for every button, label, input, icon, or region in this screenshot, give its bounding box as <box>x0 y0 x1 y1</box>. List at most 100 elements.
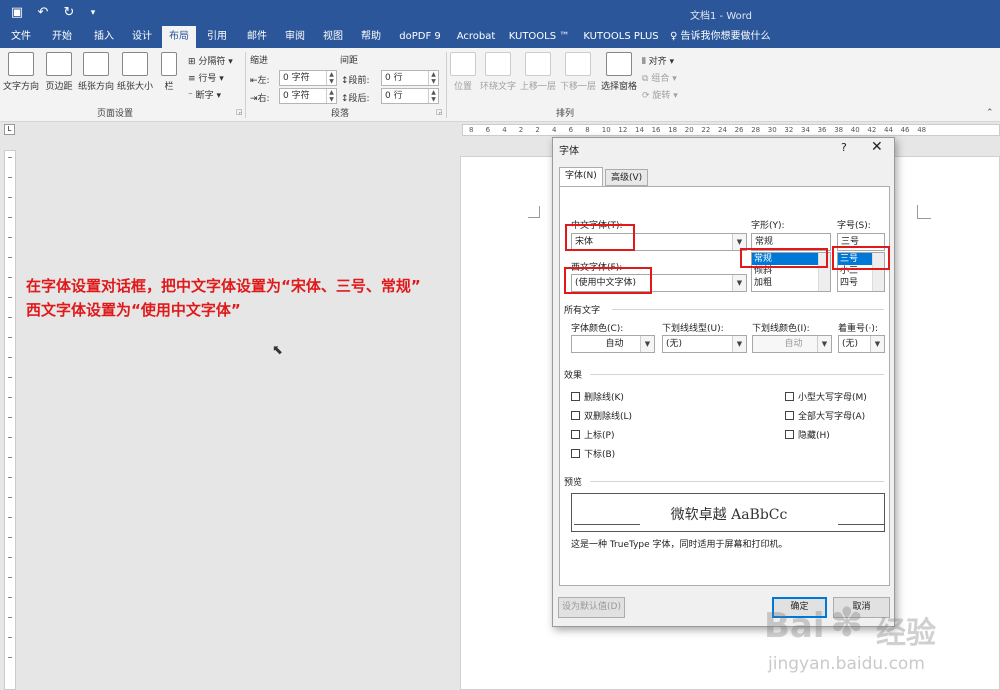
paper-size-icon <box>122 52 148 76</box>
tab-design[interactable]: 设计 <box>124 26 160 48</box>
close-icon[interactable]: ✕ <box>871 139 883 155</box>
paragraph-launcher-icon[interactable]: ◲ <box>436 108 443 116</box>
tab-home[interactable]: 开始 <box>42 26 82 48</box>
margins-icon <box>46 52 72 76</box>
underline-style-combo[interactable]: (无) ▼ <box>662 335 747 353</box>
spinner-arrows-icon[interactable]: ▲ ▼ <box>326 71 336 85</box>
hidden-checkbox[interactable]: 隐藏(H) <box>785 428 830 441</box>
tab-kutools-plus[interactable]: KUTOOLS PLUS <box>578 26 664 48</box>
baidu-watermark: Bai ✽ 经验 jingyan.baidu.com <box>760 600 996 686</box>
ruler-number: 4 <box>502 126 507 134</box>
subscript-checkbox[interactable]: 下标(B) <box>571 447 615 460</box>
position-button[interactable]: 位置 <box>450 52 476 92</box>
vertical-ruler[interactable] <box>4 150 16 690</box>
wrap-text-label: 环绕文字 <box>479 82 516 92</box>
paragraph-group-label: 段落 <box>330 109 349 119</box>
tab-selector-icon[interactable]: L <box>4 124 15 135</box>
chevron-down-icon[interactable]: ▼ <box>732 336 746 352</box>
ribbon-tab-bar: 文件 开始 插入 设计 布局 引用 邮件 审阅 视图 帮助 doPDF 9 Ac… <box>0 26 1000 48</box>
indent-left-input[interactable]: 0 字符 ▲ ▼ <box>279 70 337 86</box>
small-caps-checkbox[interactable]: 小型大写字母(M) <box>785 390 867 403</box>
page-setup-launcher-icon[interactable]: ◲ <box>236 108 243 116</box>
highlight-size <box>832 246 890 270</box>
collapse-ribbon-icon[interactable]: ⌃ <box>986 108 994 118</box>
wrap-text-button[interactable]: 环绕文字 <box>478 52 518 92</box>
indent-left-icon: ⇤ <box>250 76 258 86</box>
tab-references[interactable]: 引用 <box>198 26 236 48</box>
redo-icon[interactable]: ↻ <box>60 4 78 22</box>
indent-right-label: ⇥右: <box>250 94 270 104</box>
selection-pane-button[interactable]: 选择窗格 <box>598 52 640 92</box>
tab-kutools[interactable]: KUTOOLS ™ <box>504 26 574 48</box>
tab-dopdf[interactable]: doPDF 9 <box>392 26 448 48</box>
align-button[interactable]: ⫴ 对齐 ▾ <box>642 54 674 67</box>
tab-acrobat[interactable]: Acrobat <box>450 26 502 48</box>
chevron-down-icon[interactable]: ▼ <box>817 336 831 352</box>
tab-file[interactable]: 文件 <box>4 26 38 48</box>
superscript-checkbox[interactable]: 上标(P) <box>571 428 614 441</box>
tab-layout[interactable]: 布局 <box>162 26 196 48</box>
margins-label: 页边距 <box>45 82 73 92</box>
spacing-before-input[interactable]: 0 行 ▲ ▼ <box>381 70 439 86</box>
ruler-number: 38 <box>834 126 844 134</box>
tab-insert[interactable]: 插入 <box>84 26 124 48</box>
preview-text: 微软卓越 AaBbCc <box>670 507 788 523</box>
font-color-combo[interactable]: 自动 ▼ <box>571 335 655 353</box>
rotate-button[interactable]: ⟳ 旋转 ▾ <box>642 88 678 101</box>
underline-color-combo[interactable]: 自动 ▼ <box>752 335 832 353</box>
text-direction-label: 文字方向 <box>2 82 39 92</box>
help-icon[interactable]: ? <box>841 141 847 154</box>
mouse-cursor-icon: ⬉ <box>272 343 283 358</box>
bring-forward-button[interactable]: 上移一层 <box>518 52 558 92</box>
indent-right-input[interactable]: 0 字符 ▲ ▼ <box>279 88 337 104</box>
preview-baseline <box>574 524 640 525</box>
double-strikethrough-checkbox[interactable]: 双删除线(L) <box>571 409 632 422</box>
hyphenation-button[interactable]: ⁻ 断字 ▾ <box>188 88 221 101</box>
horizontal-ruler[interactable]: 8 6 4 2 2 4 6 8 10 12 14 16 18 20 22 24 26 28 30 32 34 36 38 40… <box>462 124 1000 136</box>
ruler-tick <box>8 397 12 398</box>
hyphenation-label: 断字 <box>195 91 214 101</box>
chevron-down-icon[interactable]: ▼ <box>870 336 884 352</box>
tell-me-box[interactable]: ♀ 告诉我你想要做什么 <box>670 26 780 48</box>
align-icon: ⫴ <box>642 57 646 67</box>
columns-button[interactable]: 栏 <box>158 52 180 92</box>
margin-corner-mark <box>917 205 931 219</box>
spinner-arrows-icon[interactable]: ▲ ▼ <box>428 89 438 103</box>
send-backward-button[interactable]: 下移一层 <box>558 52 598 92</box>
wrap-text-icon <box>485 52 511 76</box>
tab-font[interactable]: 字体(N) <box>559 167 603 187</box>
breaks-icon: ⊞ <box>188 57 196 67</box>
orientation-label: 纸张方向 <box>77 82 114 92</box>
customize-icon[interactable]: ▾ <box>84 4 102 22</box>
watermark-url: jingyan.baidu.com <box>768 654 925 674</box>
spinner-arrows-icon[interactable]: ▲ ▼ <box>326 89 336 103</box>
text-direction-icon <box>8 52 34 76</box>
tab-review[interactable]: 审阅 <box>276 26 314 48</box>
set-default-button[interactable]: 设为默认值(D) <box>558 597 625 618</box>
size-button[interactable]: 纸张大小 <box>116 52 154 92</box>
group-button[interactable]: ⧉ 组合 ▾ <box>642 71 677 84</box>
breaks-button[interactable]: ⊞ 分隔符 ▾ <box>188 54 233 67</box>
spinner-arrows-icon[interactable]: ▲ ▼ <box>428 71 438 85</box>
undo-icon[interactable]: ↶ <box>34 4 52 22</box>
emphasis-combo[interactable]: (无) ▼ <box>838 335 885 353</box>
margins-button[interactable]: 页边距 <box>42 52 76 92</box>
text-direction-button[interactable]: 文字方向 <box>2 52 40 92</box>
tab-view[interactable]: 视图 <box>314 26 352 48</box>
chevron-down-icon[interactable]: ▼ <box>732 275 746 291</box>
line-numbers-button[interactable]: ≡ 行号 ▾ <box>188 71 224 84</box>
save-icon[interactable]: ▣ <box>8 4 26 22</box>
tab-mailings[interactable]: 邮件 <box>238 26 276 48</box>
ruler-tick <box>8 197 12 198</box>
all-caps-checkbox[interactable]: 全部大写字母(A) <box>785 409 865 422</box>
emphasis-label: 着重号(·): <box>838 324 878 334</box>
strikethrough-checkbox[interactable]: 删除线(K) <box>571 390 624 403</box>
tab-help[interactable]: 帮助 <box>352 26 390 48</box>
ruler-tick <box>8 437 12 438</box>
ruler-tick <box>8 557 12 558</box>
tab-advanced[interactable]: 高级(V) <box>605 169 649 186</box>
spacing-after-input[interactable]: 0 行 ▲ ▼ <box>381 88 439 104</box>
ruler-tick <box>8 657 12 658</box>
orientation-button[interactable]: 纸张方向 <box>76 52 116 92</box>
chevron-down-icon[interactable]: ▼ <box>640 336 654 352</box>
